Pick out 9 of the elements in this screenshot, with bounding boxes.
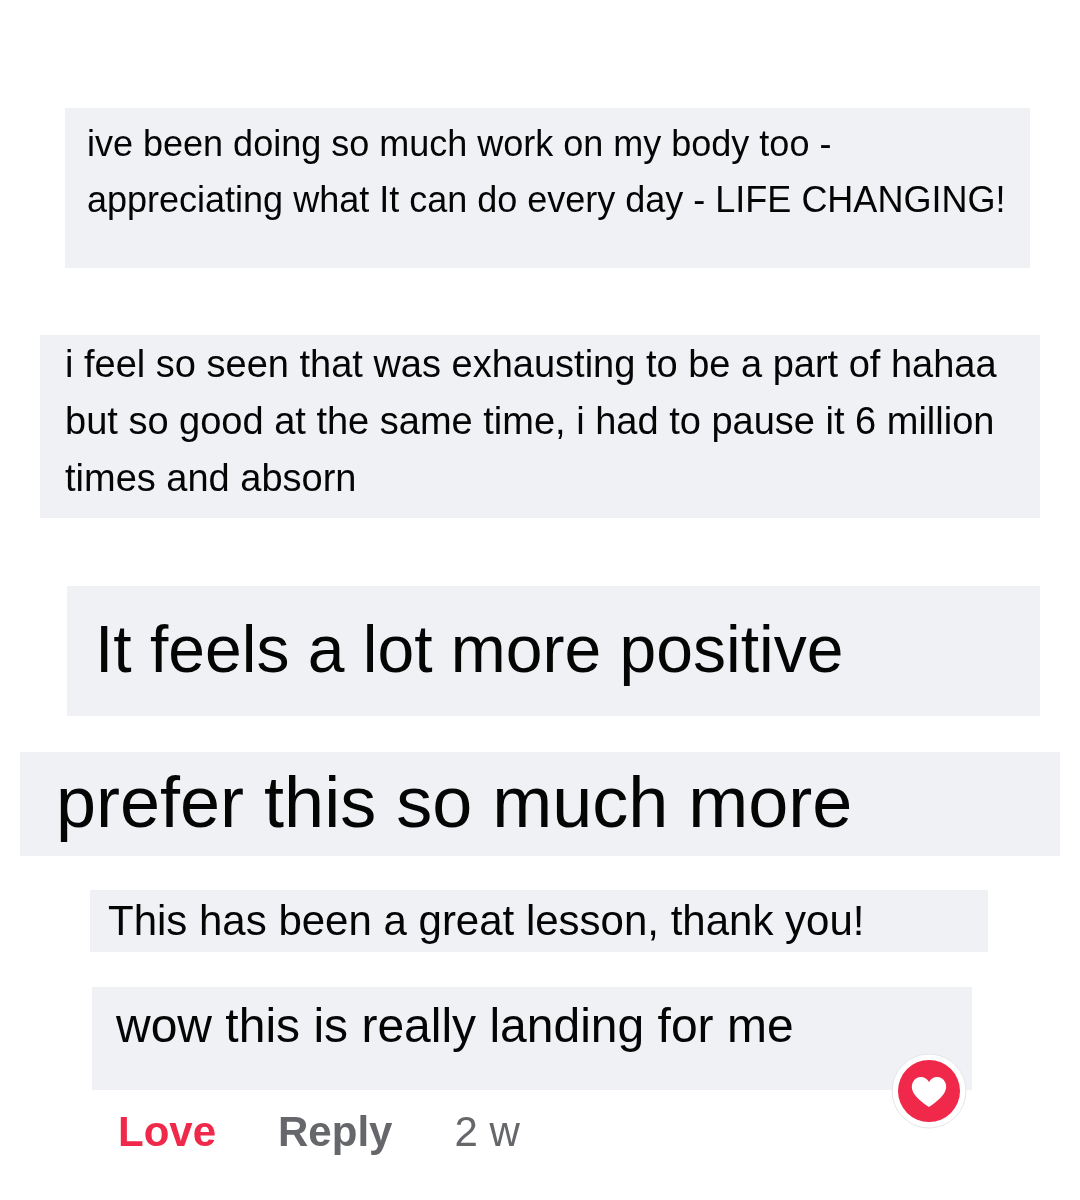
- comment-text: wow this is really landing for me: [116, 999, 794, 1052]
- reaction-link[interactable]: Love: [118, 1100, 217, 1163]
- reaction-link[interactable]: Reply: [278, 1100, 393, 1163]
- comment-text: It feels a lot more positive: [95, 612, 844, 686]
- comment-text: prefer this so much more: [56, 762, 853, 842]
- comment-text: This has been a great lesson, thank you!: [108, 897, 865, 944]
- timestamp: 2 w: [454, 1107, 520, 1157]
- comment-text: ive been doing so much work on my body too - appreciating what It can do every day - LIFE CHANGING!: [87, 123, 1006, 220]
- comment-text: i feel so seen that was exhausting to be a part of hahaa but so good at the same time, i had to pause it 6 million times and absorn: [65, 343, 997, 499]
